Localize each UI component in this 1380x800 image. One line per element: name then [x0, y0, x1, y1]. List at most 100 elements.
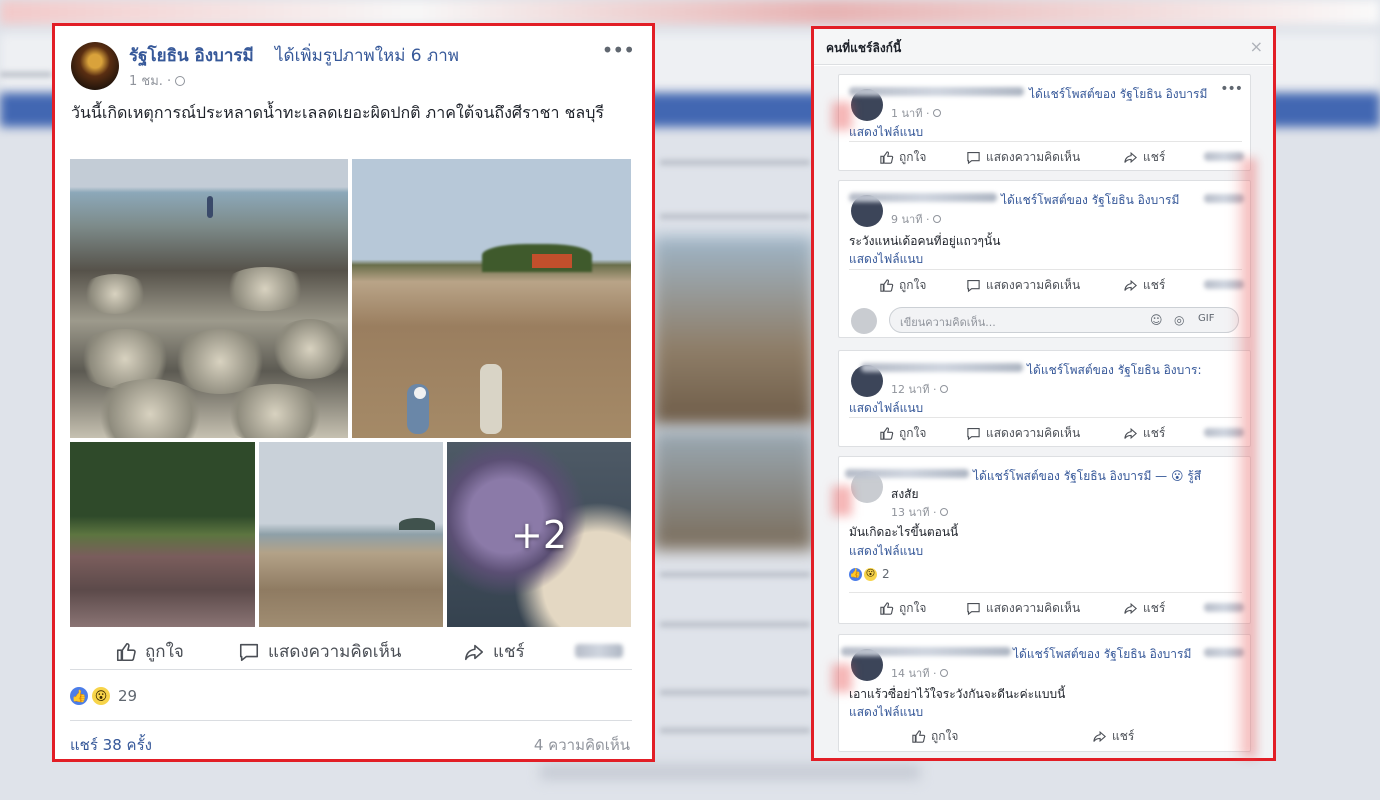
- facebook-post: รัฐโยธิน อิงบารมี ได้เพิ่มรูปภาพใหม่ 6 ภ…: [52, 23, 655, 762]
- comment-button[interactable]: แสดงความคิดเห็น: [966, 424, 1080, 443]
- share-time-text: 1 นาที ·: [891, 107, 933, 120]
- share-timestamp[interactable]: 13 นาที ·: [891, 503, 948, 521]
- share-message: เอาแร้วซื่อย่าไว้ใจระวังกันจะดีนะค่ะแบบน…: [849, 687, 1066, 701]
- comment-input[interactable]: เขียนความคิดเห็น... ☺ ◎ GIF: [889, 307, 1239, 333]
- dialog-body: ได้แชร์โพสต์ของ รัฐโยธิน อิงบารมี ••• 1 …: [814, 66, 1273, 758]
- like-button[interactable]: ถูกใจ: [911, 727, 958, 746]
- like-button[interactable]: ถูกใจ: [879, 599, 926, 618]
- background-blur-line: [660, 572, 810, 577]
- share-button[interactable]: แชร์: [1123, 599, 1165, 618]
- share-label: แชร์: [1143, 601, 1166, 615]
- shares-dialog: คนที่แชร์ลิงก์นี้ × ได้แชร์โพสต์ของ รัฐโ…: [811, 26, 1276, 761]
- share-action-bar: ถูกใจ แสดงความคิดเห็น แชร์: [849, 417, 1244, 447]
- share-timestamp[interactable]: 9 นาที ·: [891, 210, 941, 228]
- show-attachment-link[interactable]: แสดงไฟล์แนบ: [849, 703, 923, 722]
- like-label: ถูกใจ: [899, 150, 927, 164]
- share-headline[interactable]: ได้แชร์โพสต์ของ รัฐโยธิน อิงบารมี — 😮 รู…: [973, 467, 1201, 486]
- reaction-summary[interactable]: 👍 😮 2: [849, 567, 890, 581]
- comment-button[interactable]: แสดงความคิดเห็น: [238, 638, 401, 665]
- share-headline[interactable]: ได้แชร์โพสต์ของ รัฐโยธิน อิงบารมี: [1013, 645, 1191, 664]
- post-photo[interactable]: [352, 159, 631, 438]
- share-headline[interactable]: ได้แชร์โพสต์ของ รัฐโยธิน อิงบารมี: [1029, 85, 1207, 104]
- share-label: แชร์: [1112, 729, 1135, 743]
- blurred-name: [841, 647, 1011, 656]
- show-attachment-link[interactable]: แสดงไฟล์แนบ: [849, 542, 923, 561]
- comment-icon: [967, 602, 980, 616]
- share-item: ได้แชร์โพสต์ของ รัฐโยธิน อิงบารมี — 😮 รู…: [838, 456, 1251, 624]
- dialog-title: คนที่แชร์ลิงก์นี้: [826, 41, 902, 55]
- more-photos-count: +2: [510, 512, 568, 557]
- wow-reaction-icon: 😮: [92, 687, 110, 705]
- reaction-count: 2: [882, 567, 890, 581]
- more-options-icon[interactable]: •••: [602, 38, 635, 62]
- share-action-bar: ถูกใจ แสดงความคิดเห็น แชร์: [849, 269, 1244, 299]
- post-action-text[interactable]: ได้เพิ่มรูปภาพใหม่ 6 ภาพ: [275, 42, 459, 69]
- like-button[interactable]: ถูกใจ: [879, 424, 926, 443]
- camera-icon[interactable]: ◎: [1174, 313, 1184, 327]
- thumbs-up-icon: [116, 642, 136, 661]
- share-arrow-icon: [1124, 279, 1137, 292]
- reaction-summary[interactable]: 👍 😮 29: [70, 687, 137, 705]
- close-icon[interactable]: ×: [1250, 37, 1263, 56]
- show-attachment-link[interactable]: แสดงไฟล์แนบ: [849, 399, 923, 418]
- share-arrow-icon: [464, 644, 484, 660]
- share-label: แชร์: [1143, 278, 1166, 292]
- share-action-bar: ถูกใจ แสดงความคิดเห็น แชร์: [849, 141, 1244, 171]
- thumbs-up-icon: [880, 602, 894, 615]
- background-blur-line: [660, 690, 810, 695]
- wow-reaction-icon: 😮: [864, 567, 877, 581]
- thumbs-up-icon: [880, 427, 894, 440]
- post-timestamp[interactable]: 1 ชม. ·: [129, 70, 186, 91]
- post-author[interactable]: รัฐโยธิน อิงบารมี: [129, 42, 254, 69]
- post-photo[interactable]: [259, 442, 443, 627]
- comment-icon: [967, 151, 980, 165]
- blurred-name: [845, 469, 969, 478]
- share-arrow-icon: [1093, 730, 1106, 743]
- dialog-header: คนที่แชร์ลิงก์นี้ ×: [814, 29, 1273, 65]
- share-count-link[interactable]: แชร์ 38 ครั้ง: [70, 733, 152, 757]
- share-timestamp[interactable]: 1 นาที ·: [891, 104, 941, 122]
- comment-count-link[interactable]: 4 ความคิดเห็น: [534, 733, 630, 757]
- comment-icon: [967, 279, 980, 293]
- blurred-name: [861, 363, 1023, 372]
- share-arrow-icon: [1124, 602, 1137, 615]
- background-blur-top: [0, 0, 1380, 24]
- share-button[interactable]: แชร์: [1123, 148, 1165, 167]
- share-message: ระวังแหน่เด้อคนที่อยู่แถวๆนั้น: [849, 234, 1001, 248]
- post-photo-more[interactable]: +2: [447, 442, 631, 627]
- share-button[interactable]: แชร์: [1123, 424, 1165, 443]
- like-button[interactable]: ถูกใจ: [115, 638, 184, 665]
- more-options-icon[interactable]: •••: [1220, 81, 1243, 97]
- blurred-region: [575, 644, 623, 658]
- reaction-count: 29: [118, 687, 138, 705]
- emoji-icon[interactable]: ☺: [1150, 313, 1163, 327]
- thumbs-up-icon: [880, 279, 894, 292]
- share-headline[interactable]: ได้แชร์โพสต์ของ รัฐโยธิน อิงบารมี: [1001, 191, 1179, 210]
- like-button[interactable]: ถูกใจ: [879, 148, 926, 167]
- comment-placeholder: เขียนความคิดเห็น...: [900, 316, 996, 329]
- share-time-text: 9 นาที ·: [891, 213, 933, 226]
- author-avatar[interactable]: [71, 42, 119, 90]
- share-item: ได้แชร์โพสต์ของ รัฐโยธิน อิงบารมี 14 นาท…: [838, 634, 1251, 752]
- share-headline[interactable]: ได้แชร์โพสต์ของ รัฐโยธิน อิงบาร:: [1027, 361, 1202, 380]
- comment-button[interactable]: แสดงความคิดเห็น: [966, 599, 1080, 618]
- show-attachment-link[interactable]: แสดงไฟล์แนบ: [849, 250, 923, 269]
- share-timestamp[interactable]: 14 นาที ·: [891, 664, 948, 682]
- comment-label: แสดงความคิดเห็น: [986, 426, 1081, 440]
- like-button[interactable]: ถูกใจ: [879, 276, 926, 295]
- share-arrow-icon: [1124, 151, 1137, 164]
- comment-icon: [967, 427, 980, 441]
- share-timestamp[interactable]: 12 นาที ·: [891, 380, 948, 398]
- gif-icon[interactable]: GIF: [1198, 313, 1214, 324]
- post-photo[interactable]: [70, 442, 255, 627]
- share-button[interactable]: แชร์: [1123, 276, 1165, 295]
- globe-icon: [939, 669, 948, 677]
- share-button[interactable]: แชร์: [1092, 727, 1134, 746]
- comment-button[interactable]: แสดงความคิดเห็น: [966, 148, 1080, 167]
- share-button[interactable]: แชร์: [463, 638, 525, 665]
- background-blur-line: [660, 160, 810, 165]
- comment-button[interactable]: แสดงความคิดเห็น: [966, 276, 1080, 295]
- post-time-text: 1 ชม. ·: [129, 74, 176, 89]
- show-attachment-link[interactable]: แสดงไฟล์แนบ: [849, 123, 923, 142]
- post-photo[interactable]: [70, 159, 348, 438]
